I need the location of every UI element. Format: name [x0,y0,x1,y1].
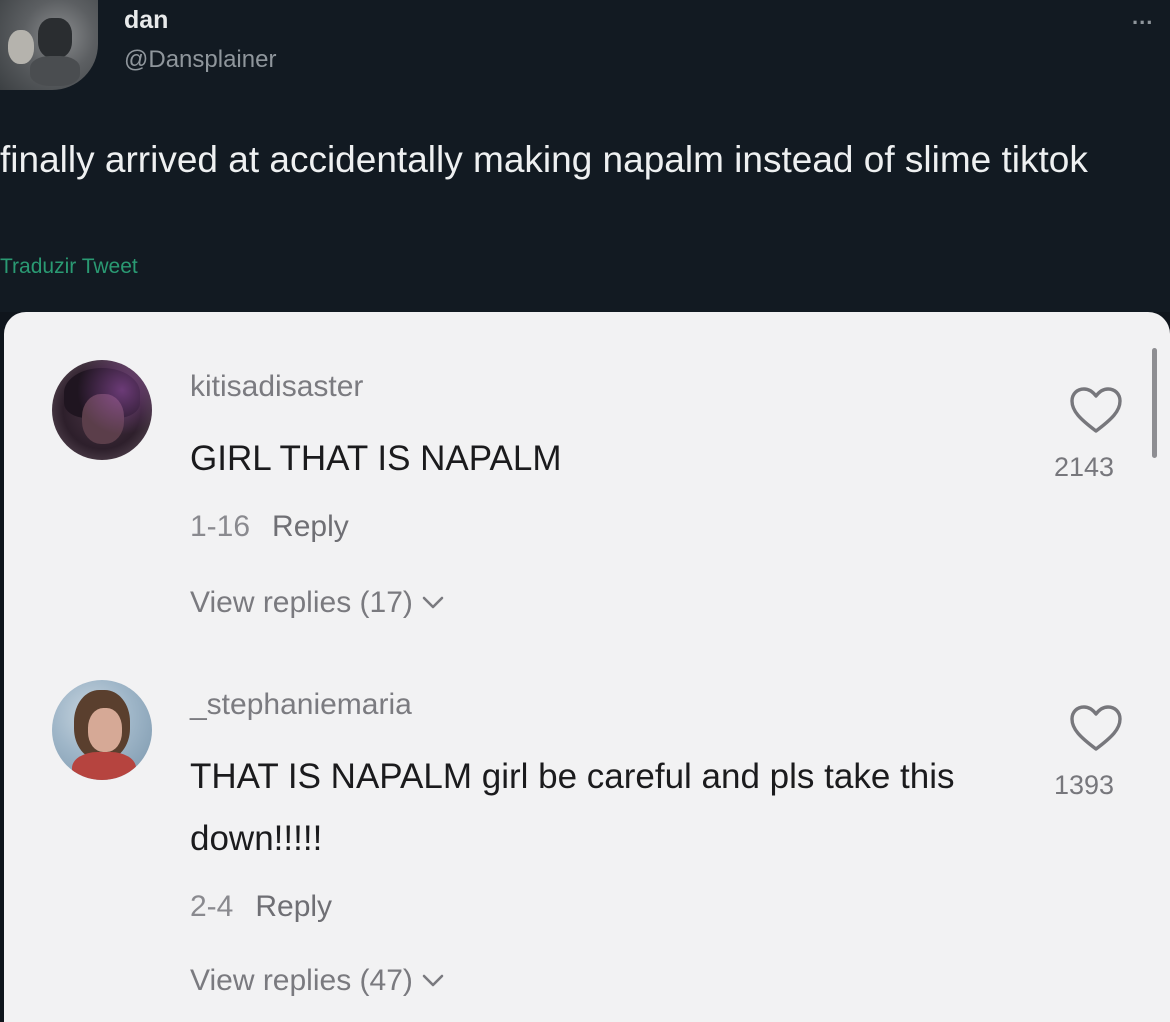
view-replies-label: View replies (47) [190,964,413,997]
comment-text: GIRL THAT IS NAPALM [190,439,562,478]
reply-button[interactable]: Reply [272,510,349,543]
tweet-text: finally arrived at accidentally making n… [0,139,1088,180]
reply-button[interactable]: Reply [255,890,332,923]
view-replies-button[interactable]: View replies (47) [190,964,445,998]
comment-username[interactable]: _stephaniemaria [190,688,412,722]
comment-text: THAT IS NAPALM girl be careful and pls t… [190,757,955,858]
comment-avatar[interactable] [52,360,152,460]
comment-date: 1-16 [190,510,251,543]
tweet-avatar[interactable] [0,0,98,90]
tweet: dan @Dansplainer ... finally arrived at … [0,0,1170,312]
translate-tweet-link[interactable]: Traduzir Tweet [0,255,138,279]
like-count: 2143 [1054,452,1115,482]
comment-meta: 1-16 Reply [190,510,349,544]
chevron-down-icon [422,596,444,609]
comments-panel [4,312,1170,1022]
like-count: 1393 [1054,770,1115,800]
view-replies-button[interactable]: View replies (17) [190,586,445,620]
comment-meta: 2-4 Reply [190,890,332,924]
more-options-icon[interactable]: ... [1132,4,1153,30]
heart-icon[interactable] [1068,704,1124,754]
chevron-down-icon [422,974,444,987]
scrollbar[interactable] [1152,348,1157,458]
heart-icon[interactable] [1068,386,1124,436]
comment-avatar[interactable] [52,680,152,780]
comment-username[interactable]: kitisadisaster [190,370,363,404]
view-replies-label: View replies (17) [190,586,413,619]
comment-date: 2-4 [190,890,234,923]
tweet-author-name[interactable]: dan [124,6,168,35]
tweet-author-handle[interactable]: @Dansplainer [124,46,276,74]
